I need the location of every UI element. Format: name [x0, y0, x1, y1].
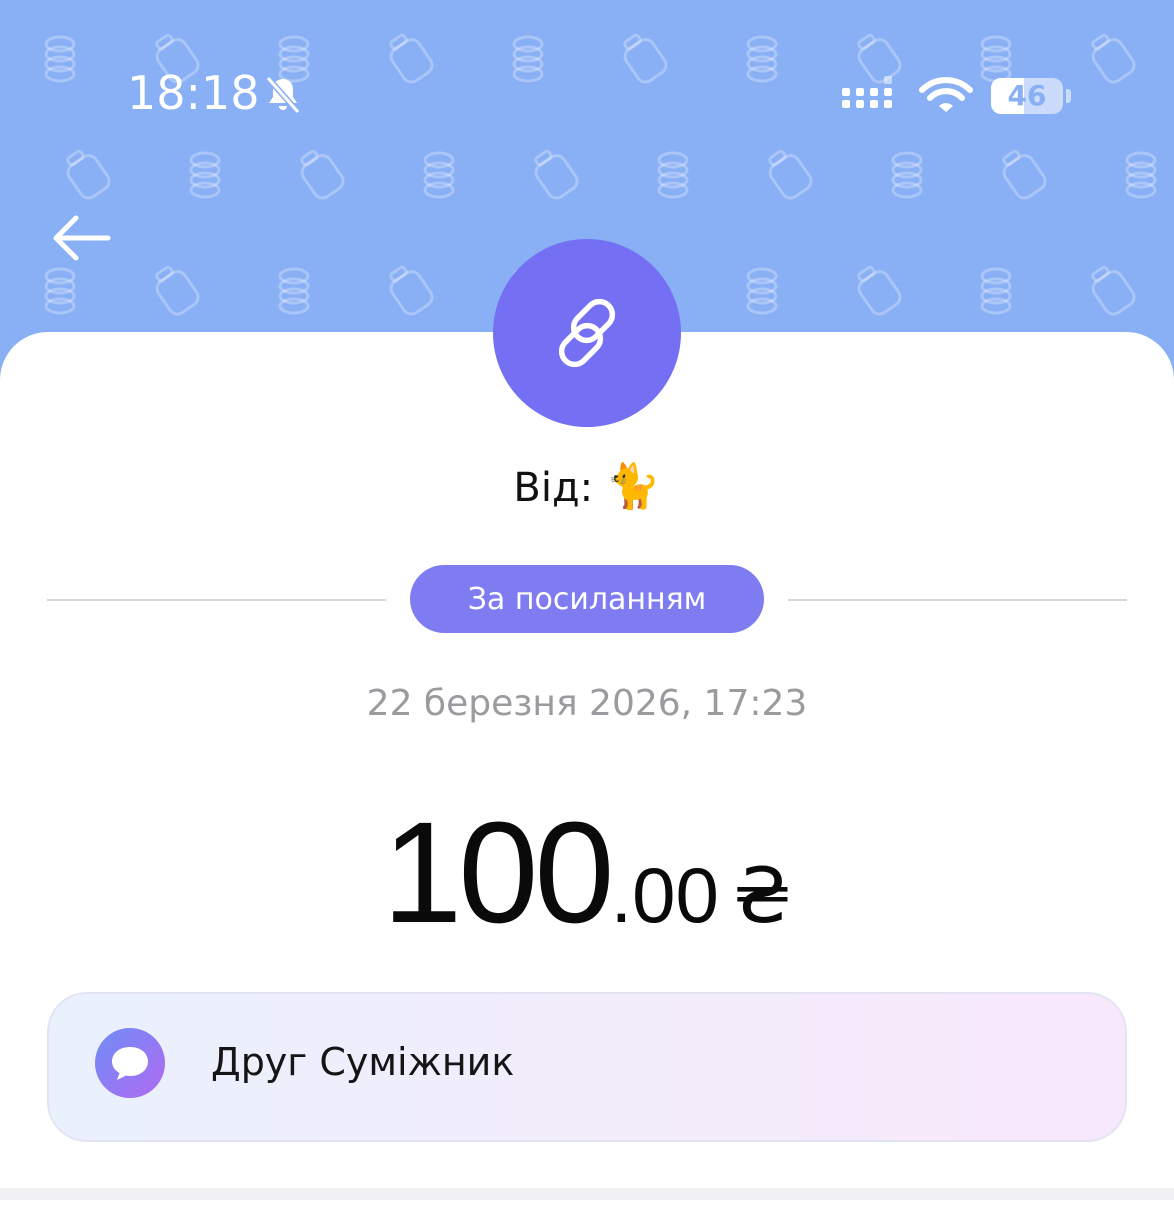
- link-icon: [558, 298, 616, 368]
- battery-cap: [1066, 89, 1071, 103]
- bell-slash-icon: [265, 76, 301, 114]
- transaction-avatar: [493, 239, 681, 427]
- message-bubble-icon: [95, 1028, 165, 1098]
- transaction-date: 22 березня 2026, 17:23: [366, 683, 808, 724]
- coin-stack-icon: [44, 267, 76, 315]
- currency-symbol: ₴: [732, 851, 792, 940]
- battery-indicator: 46: [991, 78, 1063, 114]
- transaction-amount: 100.00 ₴: [0, 790, 1174, 956]
- coin-stack-icon: [746, 267, 778, 315]
- coin-stack-icon: [980, 267, 1012, 315]
- amount-decimal: .00: [610, 851, 719, 939]
- arrow-left-icon[interactable]: [48, 210, 114, 266]
- sender-label: Від:: [513, 465, 594, 511]
- cellular-signal-icon: [842, 76, 892, 108]
- battery-percent: 46: [1007, 79, 1047, 112]
- divider-right: [788, 599, 1127, 601]
- jar-icon: [1088, 264, 1140, 320]
- jar-icon: [386, 264, 438, 320]
- sender-emoji: 🐈: [605, 461, 661, 512]
- sender-line: Від: 🐈: [0, 460, 1174, 512]
- wifi-icon: [919, 77, 973, 112]
- jar-icon: [152, 264, 204, 320]
- comment-text: Друг Суміжник: [211, 1040, 515, 1084]
- amount-integer: 100: [382, 792, 614, 953]
- jar-icon: [854, 264, 906, 320]
- divider-left: [47, 599, 386, 601]
- coin-stack-icon: [278, 267, 310, 315]
- payment-method-badge: За посиланням: [410, 565, 764, 633]
- comment-card: Друг Суміжник: [47, 992, 1127, 1142]
- bottom-strip: [0, 1188, 1174, 1200]
- status-bar: 18:18 46: [0, 0, 1174, 190]
- status-time: 18:18: [127, 66, 260, 120]
